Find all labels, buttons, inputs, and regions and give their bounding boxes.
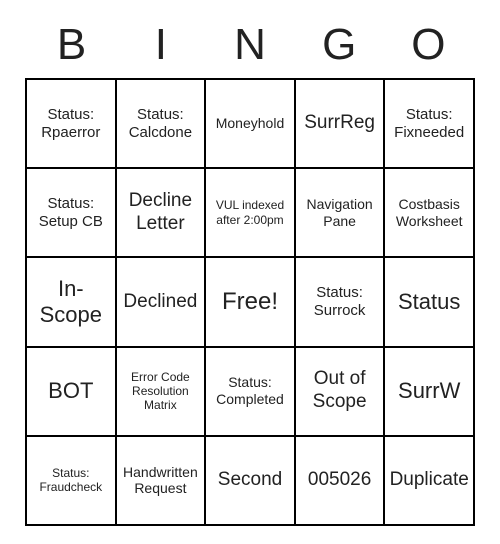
bingo-cell[interactable]: Status: Calcdone: [116, 79, 206, 168]
bingo-cell[interactable]: Status: Surrock: [295, 257, 385, 346]
header-letter-b: B: [27, 20, 116, 70]
bingo-cell[interactable]: Declined: [116, 257, 206, 346]
bingo-cell[interactable]: VUL indexed after 2:00pm: [205, 168, 295, 257]
bingo-cell[interactable]: Decline Letter: [116, 168, 206, 257]
bingo-cell[interactable]: Moneyhold: [205, 79, 295, 168]
bingo-cell[interactable]: SurrW: [384, 347, 474, 436]
bingo-cell[interactable]: Error Code Resolution Matrix: [116, 347, 206, 436]
bingo-cell[interactable]: Out of Scope: [295, 347, 385, 436]
bingo-cell[interactable]: Navigation Pane: [295, 168, 385, 257]
header-letter-n: N: [205, 20, 294, 70]
bingo-cell[interactable]: Status: Rpaerror: [26, 79, 116, 168]
bingo-header: B I N G O: [25, 20, 475, 70]
bingo-cell[interactable]: BOT: [26, 347, 116, 436]
bingo-cell[interactable]: 005026: [295, 436, 385, 525]
header-letter-o: O: [384, 20, 473, 70]
bingo-cell[interactable]: Status: Fixneeded: [384, 79, 474, 168]
header-letter-i: I: [116, 20, 205, 70]
bingo-cell[interactable]: Costbasis Worksheet: [384, 168, 474, 257]
header-letter-g: G: [295, 20, 384, 70]
bingo-cell[interactable]: In-Scope: [26, 257, 116, 346]
bingo-cell[interactable]: Handwritten Request: [116, 436, 206, 525]
bingo-cell[interactable]: Duplicate: [384, 436, 474, 525]
bingo-cell[interactable]: Status: Completed: [205, 347, 295, 436]
bingo-grid: Status: Rpaerror Status: Calcdone Moneyh…: [25, 78, 475, 526]
bingo-cell[interactable]: SurrReg: [295, 79, 385, 168]
bingo-cell-free[interactable]: Free!: [205, 257, 295, 346]
bingo-cell[interactable]: Status: [384, 257, 474, 346]
bingo-cell[interactable]: Status: Setup CB: [26, 168, 116, 257]
bingo-cell[interactable]: Status: Fraudcheck: [26, 436, 116, 525]
bingo-cell[interactable]: Second: [205, 436, 295, 525]
